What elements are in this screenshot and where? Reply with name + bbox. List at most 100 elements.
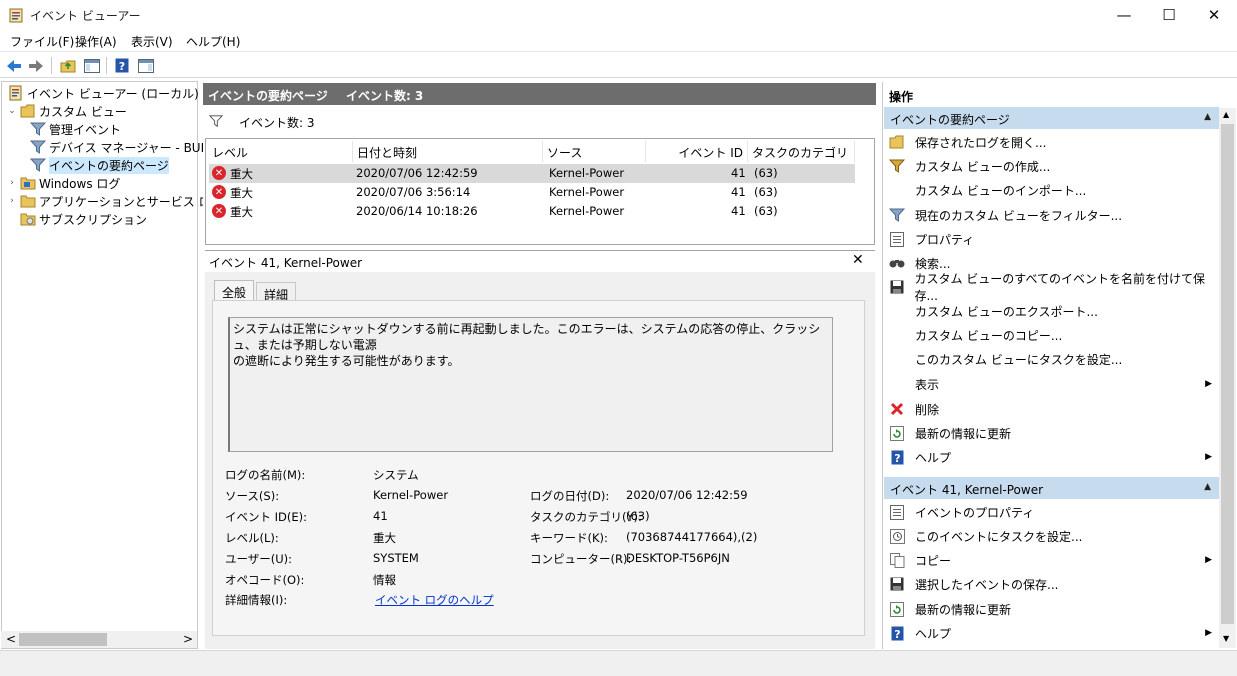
up-folder-icon[interactable]	[58, 56, 78, 75]
back-arrow-icon[interactable]	[4, 56, 24, 75]
action-refresh-event[interactable]: 最新の情報に更新	[886, 598, 1218, 620]
task-clock-icon	[889, 528, 905, 544]
action-label: カスタム ビューのすべてのイベントを名前を付けて保存...	[914, 272, 1205, 303]
section-title: イベントの要約ページ	[890, 113, 1010, 127]
menu-view[interactable]: 表示(V)	[131, 33, 173, 50]
close-detail-icon[interactable]: ✕	[852, 252, 864, 268]
chevron-down-icon[interactable]: ⌄	[6, 106, 18, 116]
menu-file[interactable]: ファイル(F)	[10, 33, 74, 50]
action-attach-task-custom-view[interactable]: このカスタム ビューにタスクを設定...	[886, 348, 1218, 370]
description-line: の遮断により発生する可能性があります。	[233, 354, 460, 368]
action-event-properties[interactable]: イベントのプロパティ	[886, 501, 1218, 523]
tree-node-windows-logs[interactable]: › Windows ログ	[6, 174, 223, 192]
action-save-all-events[interactable]: カスタム ビューのすべてのイベントを名前を付けて保存...	[886, 272, 1218, 303]
tree-node-device-manager[interactable]: デバイス マネージャー - BUFF	[6, 138, 223, 156]
maximize-button[interactable]: ☐	[1146, 0, 1192, 30]
action-label: カスタム ビューのコピー...	[915, 328, 1063, 343]
scroll-left-icon[interactable]: <	[6, 632, 16, 646]
field-value-source: Kernel-Power	[373, 488, 449, 502]
column-header-level[interactable]: レベル	[208, 141, 353, 162]
field-value-computer: DESKTOP-T56P6JN	[626, 551, 730, 565]
action-label: カスタム ビューのエクスポート...	[915, 304, 1098, 319]
action-label: ヘルプ	[915, 626, 952, 641]
minimize-button[interactable]: —	[1101, 0, 1147, 30]
tree-node-app-service-logs[interactable]: › アプリケーションとサービス ログ	[6, 192, 222, 210]
help-icon[interactable]: ?	[112, 56, 132, 75]
scroll-thumb[interactable]	[19, 633, 107, 646]
tree-node-subscriptions[interactable]: サブスクリプション	[6, 210, 223, 228]
column-header-event-id[interactable]: イベント ID	[646, 141, 748, 162]
action-label: 選択したイベントの保存...	[915, 577, 1059, 592]
tree-node-summary-page[interactable]: イベントの要約ページ	[6, 156, 223, 174]
action-attach-task-event[interactable]: このイベントにタスクを設定...	[886, 525, 1218, 547]
action-label: ヘルプ	[915, 450, 952, 465]
tree-node-custom-views[interactable]: ⌄ カスタム ビュー	[6, 102, 223, 120]
table-row[interactable]: ✕ 重大 2020/07/06 12:42:59 Kernel-Power 41…	[209, 164, 855, 183]
scroll-thumb[interactable]	[1221, 124, 1234, 624]
forward-arrow-icon[interactable]	[26, 56, 46, 75]
field-label-opcode: オペコード(O):	[225, 573, 305, 587]
action-open-saved-log[interactable]: 保存されたログを開く...	[886, 131, 1218, 153]
scroll-up-icon[interactable]: ▲	[1223, 110, 1229, 119]
filter-icon	[29, 139, 47, 155]
action-help[interactable]: ? ヘルプ ▶	[886, 446, 1218, 468]
actions-header: 操作	[884, 84, 1234, 106]
action-refresh[interactable]: 最新の情報に更新	[886, 422, 1218, 444]
chevron-right-icon[interactable]: ›	[6, 196, 18, 206]
row-source: Kernel-Power	[549, 204, 625, 218]
submenu-arrow-icon: ▶	[1205, 379, 1212, 389]
chevron-right-icon[interactable]: ›	[6, 178, 18, 188]
section-title: イベント 41, Kernel-Power	[890, 483, 1044, 497]
action-create-custom-view[interactable]: カスタム ビューの作成...	[886, 155, 1218, 177]
row-datetime: 2020/07/06 3:56:14	[356, 185, 471, 199]
close-window-button[interactable]: ✕	[1191, 0, 1237, 30]
field-value-level: 重大	[373, 531, 396, 545]
scroll-down-icon[interactable]: ▼	[1223, 634, 1229, 643]
svg-text:?: ?	[894, 452, 900, 465]
filter-icon	[889, 207, 905, 223]
tab-general[interactable]: 全般	[214, 280, 255, 302]
scroll-right-icon[interactable]: >	[183, 632, 193, 646]
row-level: 重大	[230, 205, 253, 219]
event-log-help-link[interactable]: イベント ログのヘルプ	[375, 592, 494, 608]
column-header-task-category[interactable]: タスクのカテゴリ	[748, 141, 855, 162]
folder-icon	[20, 175, 36, 191]
title-bar[interactable]: イベント ビューアー — ☐ ✕	[0, 0, 1237, 30]
menu-action[interactable]: 操作(A)	[75, 33, 117, 50]
action-delete[interactable]: 削除	[886, 398, 1218, 420]
show-hide-tree-icon[interactable]	[82, 56, 102, 75]
action-import-custom-view[interactable]: カスタム ビューのインポート...	[886, 179, 1218, 201]
collapse-icon[interactable]: ▲	[1204, 482, 1211, 492]
column-header-source[interactable]: ソース	[543, 141, 646, 162]
actions-section-event[interactable]: イベント 41, Kernel-Power ▲	[884, 477, 1219, 499]
actions-section-summary[interactable]: イベントの要約ページ ▲	[884, 107, 1219, 129]
row-category: (63)	[754, 185, 778, 199]
action-properties[interactable]: プロパティ	[886, 228, 1218, 250]
action-copy-custom-view[interactable]: カスタム ビューのコピー...	[886, 324, 1218, 346]
action-view-submenu[interactable]: 表示 ▶	[886, 373, 1218, 395]
row-source: Kernel-Power	[549, 185, 625, 199]
critical-error-icon: ✕	[212, 166, 226, 180]
collapse-icon[interactable]: ▲	[1204, 112, 1211, 122]
tree-node-root[interactable]: イベント ビューアー (ローカル)	[6, 84, 223, 102]
column-header-datetime[interactable]: 日付と時刻	[353, 141, 543, 162]
summary-title: イベントの要約ページ	[208, 89, 328, 103]
show-hide-action-pane-icon[interactable]	[136, 56, 156, 75]
table-row[interactable]: ✕ 重大 2020/07/06 3:56:14 Kernel-Power 41 …	[209, 183, 855, 202]
svg-text:?: ?	[119, 60, 125, 73]
action-filter-current-view[interactable]: 現在のカスタム ビューをフィルター...	[886, 204, 1218, 226]
row-source: Kernel-Power	[549, 166, 625, 180]
table-row[interactable]: ✕ 重大 2020/06/14 10:18:26 Kernel-Power 41…	[209, 202, 855, 221]
field-label-keywords: キーワード(K):	[530, 531, 608, 545]
row-level: 重大	[230, 186, 253, 200]
row-level: 重大	[230, 167, 253, 181]
action-copy[interactable]: コピー ▶	[886, 549, 1218, 571]
event-description[interactable]: システムは正常にシャットダウンする前に再起動しました。このエラーは、システムの応…	[228, 317, 833, 452]
tree-node-admin-events[interactable]: 管理イベント	[6, 120, 223, 138]
action-help-event[interactable]: ? ヘルプ ▶	[886, 622, 1218, 644]
tree-label: デバイス マネージャー - BUFF	[49, 140, 215, 155]
tree-horizontal-scrollbar[interactable]: < >	[1, 631, 197, 648]
action-save-selected-events[interactable]: 選択したイベントの保存...	[886, 573, 1218, 595]
action-export-custom-view[interactable]: カスタム ビューのエクスポート...	[886, 300, 1218, 322]
menu-help[interactable]: ヘルプ(H)	[186, 33, 240, 50]
